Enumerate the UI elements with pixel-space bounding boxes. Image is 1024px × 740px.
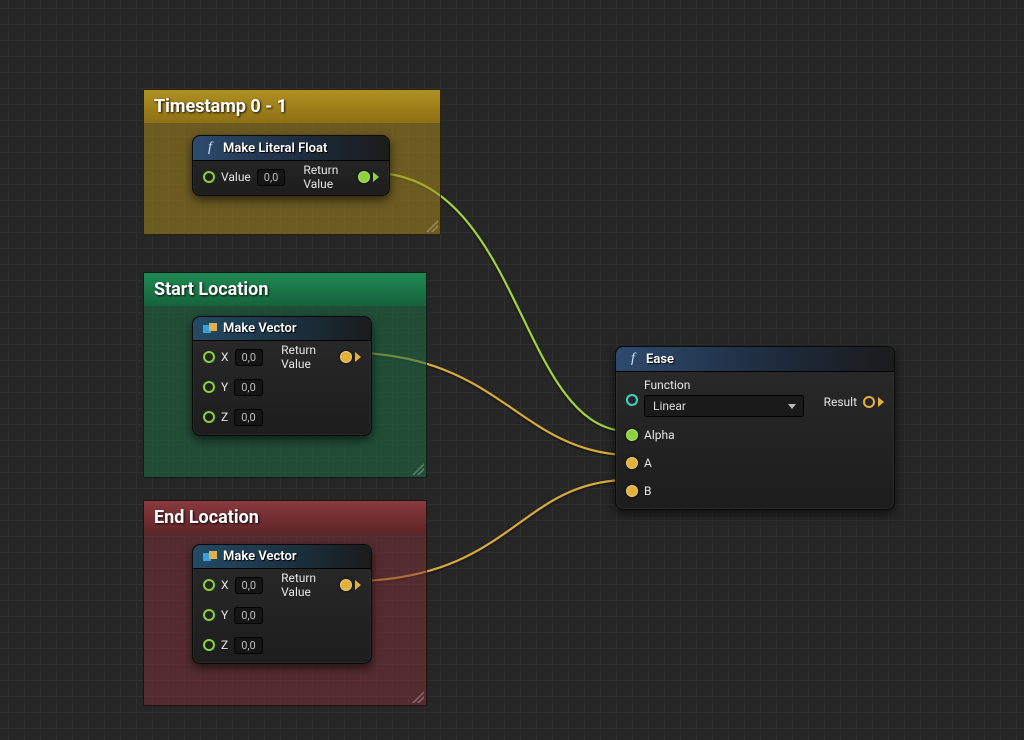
pin-icon (203, 171, 215, 183)
pin-label: Z (221, 638, 228, 652)
pin-icon (626, 394, 638, 406)
pin-label: B (644, 484, 651, 498)
pin-label: Y (221, 608, 228, 622)
node-title: Ease (646, 352, 674, 367)
value-field[interactable]: 0,0 (235, 577, 264, 594)
node-header[interactable]: Make Vector (193, 317, 371, 341)
pin-y-in[interactable]: Y 0,0 (203, 377, 263, 397)
pin-icon (626, 429, 638, 441)
pin-label: Return Value (281, 571, 334, 599)
node-make-literal-float[interactable]: f Make Literal Float Value 0,0 Return Va… (192, 135, 390, 196)
pin-icon (626, 485, 638, 497)
resize-handle-icon[interactable] (426, 220, 438, 232)
pin-label: Return Value (303, 163, 352, 191)
value-field[interactable]: 0,0 (235, 349, 264, 366)
pin-icon (203, 609, 215, 621)
pin-label: Alpha (644, 428, 675, 442)
pin-icon (863, 396, 875, 408)
pin-label: A (644, 456, 652, 470)
value-field[interactable]: 0,0 (234, 379, 263, 396)
pin-z-in[interactable]: Z 0,0 (203, 407, 263, 427)
pin-return-out[interactable]: Return Value (303, 167, 379, 187)
node-title: Make Vector (223, 321, 297, 336)
pin-label: Function (644, 378, 804, 392)
comment-title[interactable]: Start Location (144, 273, 426, 306)
pin-label: X (221, 350, 229, 364)
pin-icon (340, 579, 352, 591)
pin-icon (626, 457, 638, 469)
pin-arrow-icon (878, 397, 884, 407)
pin-return-out[interactable]: Return Value (281, 575, 361, 595)
resize-handle-icon[interactable] (412, 463, 424, 475)
pin-alpha-in[interactable]: Alpha (626, 425, 804, 445)
node-header[interactable]: f Ease (616, 347, 894, 372)
value-field[interactable]: 0,0 (234, 409, 263, 426)
pin-result-out[interactable]: Result (824, 392, 884, 412)
node-title: Make Vector (223, 549, 297, 564)
function-icon: f (203, 140, 217, 156)
pin-label: X (221, 578, 229, 592)
pin-label: Y (221, 380, 228, 394)
node-title: Make Literal Float (223, 141, 327, 156)
pin-return-out[interactable]: Return Value (281, 347, 361, 367)
struct-icon (203, 323, 217, 335)
struct-icon (203, 551, 217, 563)
comment-title[interactable]: Timestamp 0 - 1 (144, 90, 440, 123)
pin-y-in[interactable]: Y 0,0 (203, 605, 263, 625)
pin-icon (203, 351, 215, 363)
pin-arrow-icon (373, 172, 379, 182)
node-make-vector-end[interactable]: Make Vector X 0,0 Y 0,0 Z 0,0 Return Val… (192, 544, 372, 664)
pin-z-in[interactable]: Z 0,0 (203, 635, 263, 655)
function-icon: f (626, 351, 640, 367)
node-header[interactable]: f Make Literal Float (193, 136, 389, 161)
node-header[interactable]: Make Vector (193, 545, 371, 569)
pin-function-in[interactable]: Function Linear (626, 378, 804, 417)
pin-icon (203, 381, 215, 393)
resize-handle-icon[interactable] (412, 691, 424, 703)
pin-label: Z (221, 410, 228, 424)
pin-label: Return Value (281, 343, 334, 371)
pin-arrow-icon (355, 352, 361, 362)
pin-icon (340, 351, 352, 363)
pin-icon (203, 639, 215, 651)
pin-b-in[interactable]: B (626, 481, 804, 501)
pin-x-in[interactable]: X 0,0 (203, 347, 263, 367)
pin-icon (203, 579, 215, 591)
pin-arrow-icon (355, 580, 361, 590)
pin-label: Result (824, 395, 857, 409)
value-field[interactable]: 0,0 (234, 607, 263, 624)
pin-icon (203, 411, 215, 423)
node-make-vector-start[interactable]: Make Vector X 0,0 Y 0,0 Z 0,0 Return Val… (192, 316, 372, 436)
node-ease[interactable]: f Ease Function Linear Alpha A B (615, 346, 895, 510)
value-field[interactable]: 0,0 (257, 169, 286, 186)
value-field[interactable]: 0,0 (234, 637, 263, 654)
pin-x-in[interactable]: X 0,0 (203, 575, 263, 595)
pin-a-in[interactable]: A (626, 453, 804, 473)
comment-title[interactable]: End Location (144, 501, 426, 534)
pin-icon (358, 171, 370, 183)
pin-value-in[interactable]: Value 0,0 (203, 167, 285, 187)
function-dropdown[interactable]: Linear (644, 395, 804, 417)
pin-label: Value (221, 170, 251, 184)
